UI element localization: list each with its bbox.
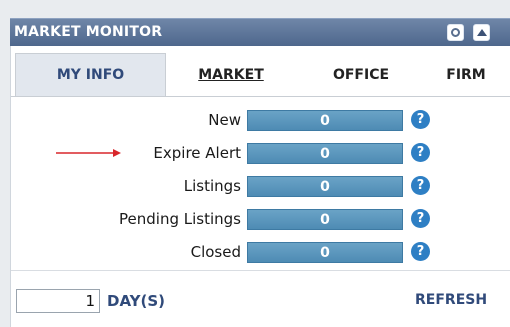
- stat-row-pending-listings: Pending Listings 0 ?: [11, 208, 510, 232]
- chevron-up-icon[interactable]: [473, 24, 490, 41]
- stat-value-bar[interactable]: 0: [247, 110, 403, 131]
- gear-icon[interactable]: [447, 24, 464, 41]
- stat-label: New: [208, 111, 241, 129]
- stat-label: Pending Listings: [119, 210, 241, 228]
- help-icon[interactable]: ?: [411, 242, 430, 261]
- widget-footer: DAY(S) REFRESH: [11, 270, 510, 327]
- stat-value-bar[interactable]: 0: [247, 176, 403, 197]
- market-monitor-widget: MARKET MONITOR MY INFO MARKET OFFICE FIR…: [0, 0, 510, 327]
- tab-firm[interactable]: FIRM: [431, 53, 501, 96]
- stat-value-bar[interactable]: 0: [247, 143, 403, 164]
- stat-label: Expire Alert: [153, 144, 241, 162]
- stat-label: Listings: [183, 177, 241, 195]
- stat-row-listings: Listings 0 ?: [11, 175, 510, 199]
- stat-label: Closed: [190, 243, 241, 261]
- widget-titlebar: MARKET MONITOR: [10, 18, 510, 46]
- help-icon[interactable]: ?: [411, 143, 430, 162]
- tab-market[interactable]: MARKET: [186, 53, 276, 96]
- widget-title: MARKET MONITOR: [14, 24, 163, 40]
- tab-office[interactable]: OFFICE: [311, 53, 411, 96]
- stat-row-closed: Closed 0 ?: [11, 241, 510, 265]
- help-icon[interactable]: ?: [411, 176, 430, 195]
- days-input[interactable]: [16, 289, 100, 313]
- help-icon[interactable]: ?: [411, 110, 430, 129]
- stat-row-new: New 0 ?: [11, 109, 510, 133]
- tab-bar: MY INFO MARKET OFFICE FIRM: [11, 53, 510, 97]
- stat-value-bar[interactable]: 0: [247, 242, 403, 263]
- tab-my-info[interactable]: MY INFO: [15, 53, 166, 96]
- days-label: DAY(S): [107, 292, 166, 310]
- widget-body: MY INFO MARKET OFFICE FIRM New 0 ? Expir…: [10, 46, 510, 327]
- stat-row-expire-alert: Expire Alert 0 ?: [11, 142, 510, 166]
- help-icon[interactable]: ?: [411, 209, 430, 228]
- refresh-button[interactable]: REFRESH: [415, 292, 487, 308]
- stat-value-bar[interactable]: 0: [247, 209, 403, 230]
